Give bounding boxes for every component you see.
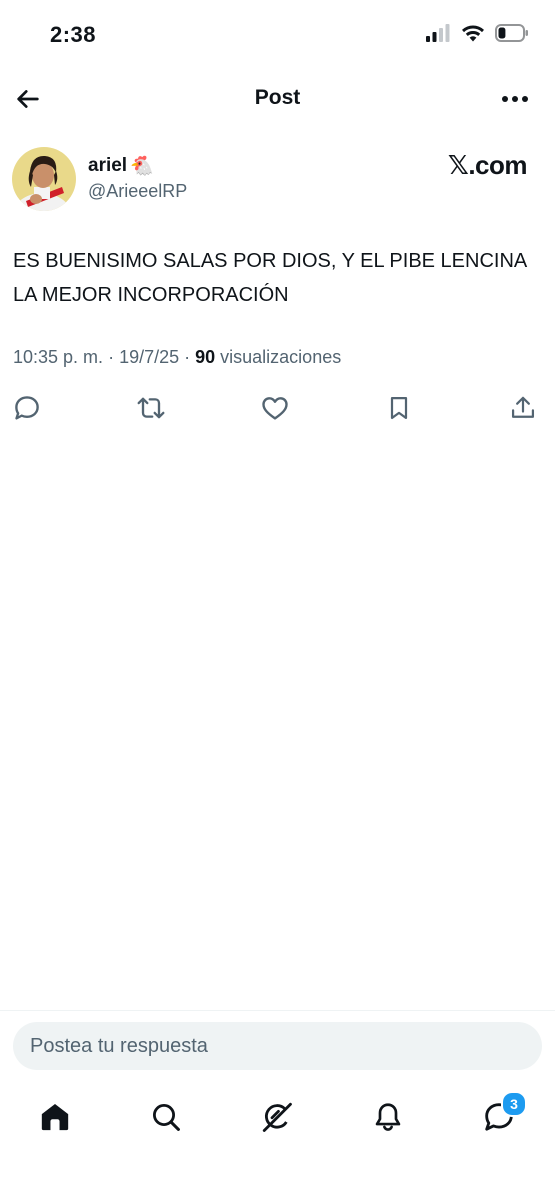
bookmark-icon bbox=[390, 396, 408, 420]
home-icon bbox=[41, 1103, 69, 1131]
meta-separator: · bbox=[179, 347, 196, 367]
author-emoji: 🐔 bbox=[130, 156, 154, 177]
post-text: ES BUENISIMO SALAS POR DIOS, Y EL PIBE L… bbox=[13, 250, 527, 306]
post-date[interactable]: 19/7/25 bbox=[119, 347, 179, 367]
views-label: visualizaciones bbox=[215, 347, 342, 367]
reply-icon bbox=[15, 396, 39, 420]
xcom-logo: 𝕏 .com bbox=[447, 150, 528, 181]
share-icon bbox=[511, 396, 535, 418]
xcom-logo-suffix: .com bbox=[468, 150, 527, 180]
more-horizontal-icon bbox=[502, 96, 528, 102]
avatar[interactable] bbox=[12, 147, 76, 211]
author-handle[interactable]: @ArieeelRP bbox=[88, 181, 187, 202]
tab-search[interactable] bbox=[144, 1095, 188, 1139]
x-logo-icon: 𝕏 bbox=[447, 150, 469, 181]
post-metadata: 10:35 p. m. · 19/7/25 · 90 visualizacion… bbox=[13, 347, 341, 368]
reply-input[interactable] bbox=[13, 1022, 542, 1070]
bookmark-button[interactable] bbox=[382, 391, 416, 425]
tab-grok[interactable] bbox=[255, 1095, 299, 1139]
repost-button[interactable] bbox=[134, 391, 168, 425]
status-icons bbox=[425, 23, 529, 47]
bottom-divider bbox=[0, 1010, 555, 1011]
post-time[interactable]: 10:35 p. m. bbox=[13, 347, 103, 367]
notifications-icon bbox=[375, 1103, 401, 1131]
meta-separator: · bbox=[103, 347, 120, 367]
status-bar: 2:38 bbox=[0, 0, 555, 70]
reply-button[interactable] bbox=[10, 391, 44, 425]
like-icon bbox=[262, 397, 288, 420]
repost-icon bbox=[137, 397, 165, 419]
bottom-tab-bar: 3 bbox=[0, 1091, 555, 1139]
tab-messages[interactable]: 3 bbox=[477, 1091, 527, 1139]
wifi-icon bbox=[461, 24, 485, 47]
search-icon bbox=[153, 1104, 180, 1131]
author-name[interactable]: ariel 🐔 bbox=[88, 154, 154, 178]
cellular-signal-icon bbox=[425, 23, 451, 47]
share-button[interactable] bbox=[506, 391, 540, 425]
post-action-bar bbox=[0, 391, 555, 425]
tab-home[interactable] bbox=[33, 1095, 77, 1139]
post-detail-screen: 2:38 Post ariel 🐔 @ArieeelRP 𝕏 .com ES B… bbox=[0, 0, 555, 1200]
messages-badge: 3 bbox=[501, 1091, 527, 1117]
top-navigation-bar: Post bbox=[0, 72, 555, 126]
views-count: 90 bbox=[195, 347, 216, 367]
status-time: 2:38 bbox=[50, 22, 97, 47]
tab-notifications[interactable] bbox=[366, 1095, 410, 1139]
grok-icon bbox=[262, 1102, 292, 1132]
battery-icon bbox=[495, 23, 529, 47]
author-display-name: ariel bbox=[88, 155, 128, 176]
more-options-button[interactable] bbox=[499, 85, 531, 113]
page-title: Post bbox=[254, 86, 301, 109]
like-button[interactable] bbox=[258, 391, 292, 425]
